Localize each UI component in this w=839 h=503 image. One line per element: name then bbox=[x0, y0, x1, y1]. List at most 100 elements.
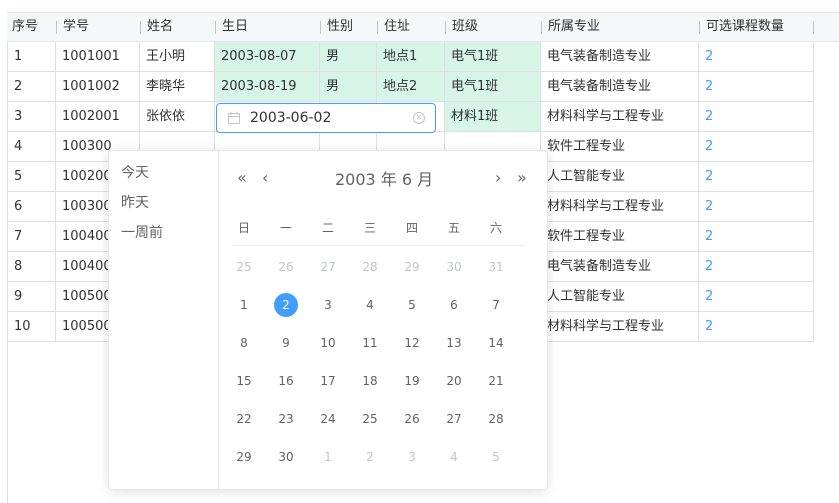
day-cell[interactable]: 2 bbox=[355, 445, 385, 469]
day-cell[interactable]: 10 bbox=[313, 331, 343, 355]
header-divider[interactable] bbox=[56, 21, 57, 34]
day-cell[interactable]: 19 bbox=[397, 369, 427, 393]
month-title[interactable]: 2003 年 6 月 bbox=[335, 166, 433, 190]
header-birthday[interactable]: 生日 bbox=[222, 13, 248, 41]
header-divider[interactable] bbox=[813, 21, 814, 34]
day-cell[interactable]: 25 bbox=[355, 407, 385, 431]
cell-major[interactable]: 电气装备制造专业 bbox=[541, 252, 699, 282]
day-cell[interactable]: 8 bbox=[229, 331, 259, 355]
cell-student-id[interactable]: 1001002 bbox=[56, 72, 140, 102]
day-cell[interactable]: 9 bbox=[271, 331, 301, 355]
prev-month-button[interactable]: ‹ bbox=[262, 168, 268, 187]
next-year-button[interactable]: » bbox=[517, 168, 527, 187]
cell-name[interactable]: 张依依 bbox=[140, 102, 215, 132]
cell-course-count[interactable]: 2 bbox=[699, 222, 814, 252]
cell-class[interactable]: 电气1班 bbox=[445, 72, 541, 102]
header-divider[interactable] bbox=[541, 21, 542, 34]
clear-icon[interactable]: ✕ bbox=[413, 112, 425, 124]
day-cell[interactable]: 28 bbox=[355, 255, 385, 279]
shortcut-today[interactable]: 今天 bbox=[121, 162, 149, 182]
cell-major[interactable]: 材料科学与工程专业 bbox=[541, 312, 699, 342]
cell-major[interactable]: 软件工程专业 bbox=[541, 222, 699, 252]
cell-class[interactable]: 电气1班 bbox=[445, 42, 541, 72]
header-major[interactable]: 所属专业 bbox=[548, 13, 600, 41]
cell-address[interactable]: 地点2 bbox=[377, 72, 445, 102]
day-cell[interactable]: 14 bbox=[481, 331, 511, 355]
day-cell[interactable]: 5 bbox=[397, 293, 427, 317]
day-cell[interactable]: 18 bbox=[355, 369, 385, 393]
day-cell[interactable]: 16 bbox=[271, 369, 301, 393]
day-cell[interactable]: 30 bbox=[439, 255, 469, 279]
cell-address[interactable]: 地点1 bbox=[377, 42, 445, 72]
cell-index[interactable]: 3 bbox=[7, 102, 56, 132]
day-cell[interactable]: 4 bbox=[355, 293, 385, 317]
cell-student-id[interactable]: 1001001 bbox=[56, 42, 140, 72]
day-cell[interactable]: 30 bbox=[271, 445, 301, 469]
cell-name[interactable]: 王小明 bbox=[140, 42, 215, 72]
header-divider[interactable] bbox=[215, 21, 216, 34]
header-divider[interactable] bbox=[377, 21, 378, 34]
day-cell[interactable]: 7 bbox=[481, 293, 511, 317]
day-cell[interactable]: 23 bbox=[271, 407, 301, 431]
birthday-date-input[interactable]: 2003-06-02 ✕ bbox=[216, 103, 436, 133]
cell-major[interactable]: 材料科学与工程专业 bbox=[541, 192, 699, 222]
day-cell[interactable]: 27 bbox=[313, 255, 343, 279]
day-cell[interactable]: 26 bbox=[271, 255, 301, 279]
day-cell[interactable]: 11 bbox=[355, 331, 385, 355]
cell-course-count[interactable]: 2 bbox=[699, 102, 814, 132]
day-cell[interactable]: 24 bbox=[313, 407, 343, 431]
cell-course-count[interactable]: 2 bbox=[699, 162, 814, 192]
cell-index[interactable]: 7 bbox=[7, 222, 56, 252]
day-cell[interactable]: 6 bbox=[439, 293, 469, 317]
header-divider[interactable] bbox=[320, 21, 321, 34]
day-cell[interactable]: 21 bbox=[481, 369, 511, 393]
header-class[interactable]: 班级 bbox=[452, 13, 478, 41]
day-cell[interactable]: 26 bbox=[397, 407, 427, 431]
day-cell[interactable]: 13 bbox=[439, 331, 469, 355]
cell-course-count[interactable]: 2 bbox=[699, 72, 814, 102]
cell-major[interactable]: 电气装备制造专业 bbox=[541, 42, 699, 72]
day-cell[interactable]: 22 bbox=[229, 407, 259, 431]
day-cell[interactable]: 1 bbox=[313, 445, 343, 469]
cell-index[interactable]: 4 bbox=[7, 132, 56, 162]
cell-birthday[interactable]: 2003-08-07 bbox=[215, 42, 320, 72]
shortcut-week-ago[interactable]: 一周前 bbox=[121, 222, 163, 242]
next-month-button[interactable]: › bbox=[495, 168, 501, 187]
cell-index[interactable]: 1 bbox=[7, 42, 56, 72]
day-cell[interactable]: 17 bbox=[313, 369, 343, 393]
day-cell[interactable]: 29 bbox=[397, 255, 427, 279]
cell-major[interactable]: 人工智能专业 bbox=[541, 282, 699, 312]
day-cell[interactable]: 31 bbox=[481, 255, 511, 279]
table-row[interactable]: 2 1001002 李晓华 2003-08-19 男地点2 电气1班 电气装备制造专业 2 bbox=[7, 72, 814, 102]
day-cell-selected[interactable]: 2 bbox=[271, 293, 301, 317]
cell-major[interactable]: 软件工程专业 bbox=[541, 132, 699, 162]
cell-index[interactable]: 8 bbox=[7, 252, 56, 282]
cell-index[interactable]: 5 bbox=[7, 162, 56, 192]
day-cell[interactable]: 20 bbox=[439, 369, 469, 393]
day-cell[interactable]: 15 bbox=[229, 369, 259, 393]
cell-birthday[interactable]: 2003-08-19 bbox=[215, 72, 320, 102]
table-row[interactable]: 1 1001001 王小明 2003-08-07 男地点1 电气1班 电气装备制造专业 2 bbox=[7, 42, 814, 72]
cell-course-count[interactable]: 2 bbox=[699, 42, 814, 72]
cell-gender[interactable]: 男 bbox=[320, 42, 377, 72]
header-student-id[interactable]: 学号 bbox=[63, 13, 89, 41]
header-divider[interactable] bbox=[140, 21, 141, 34]
cell-major[interactable]: 人工智能专业 bbox=[541, 162, 699, 192]
header-index[interactable]: 序号 bbox=[12, 13, 38, 41]
cell-course-count[interactable]: 2 bbox=[699, 252, 814, 282]
header-course-count[interactable]: 可选课程数量 bbox=[706, 13, 784, 41]
day-cell[interactable]: 25 bbox=[229, 255, 259, 279]
cell-index[interactable]: 10 bbox=[7, 312, 56, 342]
day-cell[interactable]: 3 bbox=[397, 445, 427, 469]
prev-year-button[interactable]: « bbox=[237, 168, 247, 187]
cell-major[interactable]: 电气装备制造专业 bbox=[541, 72, 699, 102]
cell-course-count[interactable]: 2 bbox=[699, 192, 814, 222]
day-cell[interactable]: 27 bbox=[439, 407, 469, 431]
day-cell[interactable]: 29 bbox=[229, 445, 259, 469]
day-cell[interactable]: 12 bbox=[397, 331, 427, 355]
day-cell[interactable]: 5 bbox=[481, 445, 511, 469]
date-input-value[interactable]: 2003-06-02 bbox=[250, 104, 331, 132]
day-cell[interactable]: 4 bbox=[439, 445, 469, 469]
cell-name[interactable]: 李晓华 bbox=[140, 72, 215, 102]
header-name[interactable]: 姓名 bbox=[147, 13, 173, 41]
